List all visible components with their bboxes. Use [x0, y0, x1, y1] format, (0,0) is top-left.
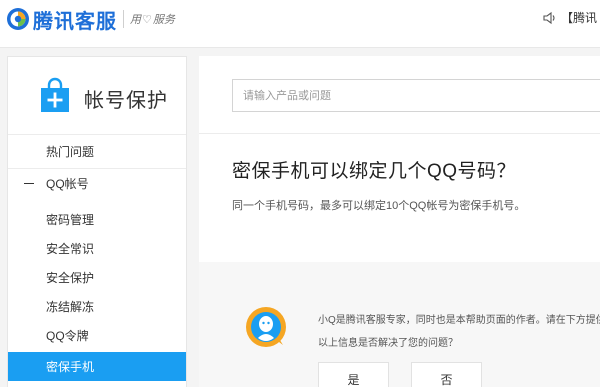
sidebar: 帐号保护 热门问题 QQ帐号 密码管理 安全常识 安全保护 冻结解冻 QQ令牌 … [7, 56, 187, 387]
lock-bag-icon [41, 77, 69, 112]
search-input[interactable] [232, 79, 600, 112]
no-button[interactable]: 否 [411, 362, 482, 387]
sidebar-item-security-tips[interactable]: 安全常识 [8, 234, 186, 263]
sidebar-item-security-phone[interactable]: 密保手机 [8, 352, 186, 381]
slogan-right: 服务 [152, 13, 175, 26]
answer-text: 同一个手机号码，最多可以绑定10个QQ帐号为密保手机号。 [232, 200, 526, 212]
collapse-minus-icon [24, 183, 34, 184]
main-content: 密保手机可以绑定几个QQ号码？ 同一个手机号码，最多可以绑定10个QQ帐号为密保… [199, 56, 600, 387]
sidebar-item-qq-token[interactable]: QQ令牌 [8, 321, 186, 350]
announcement-text: 【腾讯 [561, 11, 598, 25]
sidebar-item-password-management[interactable]: 密码管理 [8, 205, 186, 234]
sidebar-item-freeze-unfreeze[interactable]: 冻结解冻 [8, 292, 186, 321]
top-header: 腾讯客服 用 ♡ 服务 【腾讯 [0, 0, 600, 48]
heart-icon: ♡ [142, 12, 152, 26]
yes-button[interactable]: 是 [318, 362, 389, 387]
slogan-left: 用 [130, 13, 141, 26]
logo-divider [123, 10, 124, 28]
search-bar [199, 56, 600, 134]
feedback-panel: 小Q是腾讯客服专家，同时也是本帮助页面的作者。请在下方提供反馈 以上信息是否解决… [199, 262, 600, 387]
sidebar-title: 帐号保护 [84, 90, 168, 112]
speaker-icon [543, 11, 555, 24]
sidebar-item-label: QQ帐号 [46, 177, 89, 191]
announcement-link[interactable]: 【腾讯 [543, 9, 597, 26]
sidebar-item-security-protection[interactable]: 安全保护 [8, 263, 186, 292]
sidebar-item-qq-account[interactable]: QQ帐号 [8, 168, 186, 198]
feedback-intro: 小Q是腾讯客服专家，同时也是本帮助页面的作者。请在下方提供反馈 [318, 315, 600, 326]
tencent-logo-icon [7, 8, 29, 30]
question-title: 密保手机可以绑定几个QQ号码？ [232, 161, 517, 182]
logo-text: 腾讯客服 [33, 8, 117, 33]
xiaoq-mascot-icon [246, 307, 286, 347]
tencent-service-logo[interactable]: 腾讯客服 用 ♡ 服务 [6, 6, 175, 33]
sidebar-header: 帐号保护 [8, 57, 186, 135]
feedback-question: 以上信息是否解决了您的问题？ [318, 338, 458, 349]
logo-slogan: 用 ♡ 服务 [130, 11, 175, 27]
sidebar-item-hot-questions[interactable]: 热门问题 [8, 137, 186, 166]
